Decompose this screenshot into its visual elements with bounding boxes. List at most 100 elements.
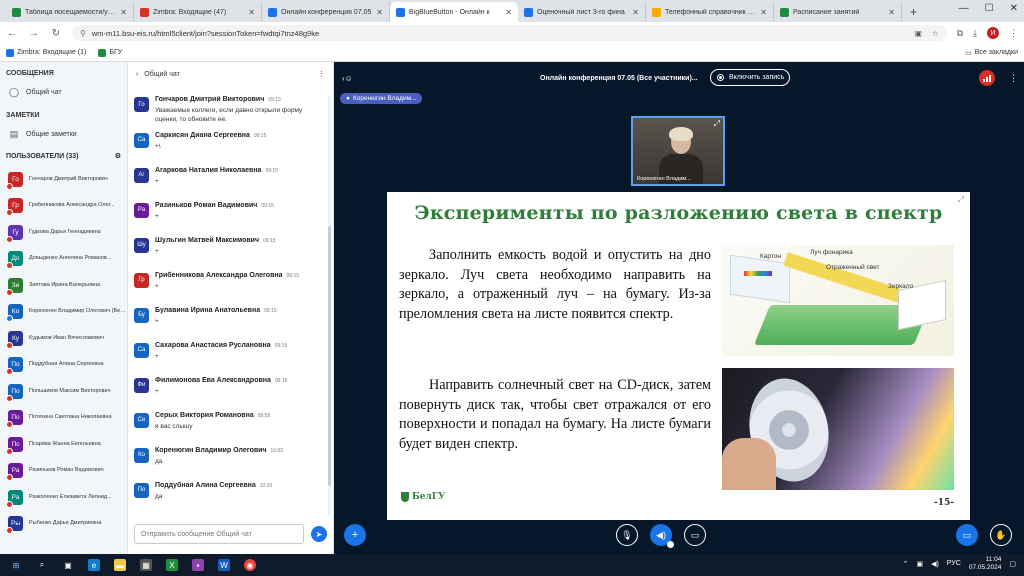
user-list-item[interactable]: Зи Зиятова Ирина Валерьевна (0, 272, 127, 299)
users-settings-icon[interactable]: ⚙ (115, 152, 121, 160)
clock[interactable]: 11:04 07.05.2024 (969, 556, 1002, 572)
url-field[interactable]: ⚲ wm-m11.bsu-eis.ru/html5client/join?ses… (72, 25, 947, 41)
all-bookmarks[interactable]: ▭ Все закладки (965, 49, 1018, 57)
site-info-icon[interactable]: ⚲ (80, 29, 86, 38)
logo-text: БелГУ (412, 492, 446, 502)
camera-button[interactable]: ▭ (684, 524, 706, 546)
record-button[interactable]: Включить запись (710, 69, 790, 86)
extensions-icon[interactable]: ⧉ (957, 28, 963, 39)
presenter-badge[interactable]: ● Коренюгин Владим... (340, 93, 423, 104)
browser-tab[interactable]: Оценочный лист 3-го фина ✕ (518, 2, 646, 22)
user-list-item[interactable]: Го Гончаров Дмитрий Викторович (0, 166, 127, 193)
tab-close-icon[interactable]: ✕ (632, 8, 639, 17)
shared-notes-item[interactable]: ▤ Общие заметки (0, 123, 127, 146)
back-icon[interactable]: ← (6, 28, 18, 39)
chat-scrollbar[interactable] (328, 96, 331, 516)
tab-close-icon[interactable]: ✕ (376, 8, 383, 17)
browser-tab[interactable]: BigBlueButton - Онлайн к ✕ (390, 2, 518, 22)
chat-options-icon[interactable]: ⋮ (318, 70, 325, 78)
browser-tab[interactable]: Онлайн конференция 07.05 ✕ (262, 2, 390, 22)
user-list-item[interactable]: Ры Рыбенко Дарья Дмитриевна (0, 511, 127, 538)
chat-message-input[interactable]: Отправить сообщение Общий чат (134, 524, 304, 544)
language-indicator[interactable]: РУС (947, 560, 961, 567)
profile-avatar[interactable]: И (987, 27, 999, 39)
user-list-item[interactable]: По Поддубная Алина Сергеевна (0, 352, 127, 379)
user-name: Довыденко Ангелина Романов... (29, 255, 112, 262)
forward-icon[interactable]: → (28, 28, 40, 39)
connection-status-icon[interactable] (979, 70, 995, 86)
user-list: Го Гончаров Дмитрий Викторович Гр Грибенник… (0, 166, 127, 537)
notifications-icon[interactable]: ▢ (1009, 560, 1016, 568)
bookmark-star-icon[interactable]: ☆ (932, 29, 939, 38)
webcam-video[interactable]: Коренюгин Владим... ⤢ (631, 116, 725, 186)
excel-icon[interactable]: X (166, 559, 178, 571)
user-list-item[interactable]: Гр Грибенникова Александра Олег... (0, 193, 127, 220)
user-list-item[interactable]: Ку Кудымов Иван Вячеславович (0, 325, 127, 352)
clock-date: 07.05.2024 (968, 563, 1002, 571)
audio-button[interactable]: ◀) (650, 524, 674, 548)
store-icon[interactable]: ▦ (140, 559, 152, 571)
scroll-thumb[interactable] (328, 226, 331, 486)
mute-mic-button[interactable]: 🎙 (616, 524, 638, 546)
maximize-icon[interactable]: ☐ (985, 3, 994, 14)
bookmark-zimbra[interactable]: Zimbra: Входящие (1) (6, 48, 86, 57)
user-list-item[interactable]: По Потехина Светлана Николаевна (0, 405, 127, 432)
word-icon[interactable]: W (218, 559, 230, 571)
chat-title-wrap[interactable]: ‹ Общий чат (136, 71, 180, 78)
user-list-item[interactable]: До Довыденко Ангелина Романов... (0, 246, 127, 273)
user-list-item[interactable]: По Польшиков Максим Викторович (0, 378, 127, 405)
minimize-icon[interactable]: — (959, 3, 969, 14)
user-avatar: Гу (6, 224, 23, 243)
options-menu-icon[interactable]: ⋮ (1009, 73, 1018, 84)
tab-close-icon[interactable]: ✕ (120, 8, 127, 17)
message-time: 09:15 (274, 342, 288, 349)
slide-fullscreen-icon[interactable]: ⤢ (958, 195, 964, 205)
search-icon[interactable]: ⌕ (36, 559, 48, 571)
reload-icon[interactable]: ↻ (50, 28, 62, 39)
user-name: Разиньков Роман Вадимович (29, 467, 104, 474)
user-list-item[interactable]: Ра Разиньков Роман Вадимович (0, 458, 127, 485)
bookmark-bsu[interactable]: БГУ (98, 48, 122, 57)
tray-arrow-icon[interactable]: ⌃ (903, 560, 909, 568)
user-avatar: По (6, 357, 23, 376)
cam-permission-icon[interactable]: ▣ (915, 29, 922, 38)
tab-close-icon[interactable]: ✕ (760, 8, 767, 17)
edge-icon[interactable]: e (88, 559, 100, 571)
actions-plus-button[interactable]: + (344, 524, 366, 546)
send-message-button[interactable]: ➤ (311, 526, 327, 542)
user-avatar: По (6, 410, 23, 429)
new-tab-icon[interactable]: + (902, 2, 925, 22)
screen-layout-button[interactable]: ▭ (956, 524, 978, 546)
message-sender: Коренюгин Владимир Олегович 10:02 (155, 447, 320, 454)
user-list-item[interactable]: Ко Коренюгин Владимир Олегович (Веб-камер… (0, 299, 127, 326)
browser-menu-icon[interactable]: ⋮ (1009, 28, 1018, 39)
browser-tab[interactable]: Телефонный справочник НИУ ✕ (646, 2, 774, 22)
browser-tab[interactable]: Таблица посещаемости/успе ✕ (6, 2, 134, 22)
browser-tab[interactable]: Zimbra: Входящие (47) ✕ (134, 2, 262, 22)
fullscreen-icon[interactable]: ⤢ (714, 119, 720, 129)
explorer-icon[interactable]: ▬ (114, 559, 126, 571)
network-icon[interactable]: ▣ (916, 560, 923, 568)
slide-paragraph-1: Заполнить емкость водой и опустить на дн… (399, 247, 711, 322)
chrome-icon[interactable]: ◉ (244, 559, 256, 571)
windows-start-icon[interactable]: ⊞ (10, 559, 22, 571)
volume-icon[interactable]: ◀) (931, 560, 939, 568)
speaker-icon: ◀) (656, 529, 666, 540)
close-window-icon[interactable]: ✕ (1010, 3, 1018, 14)
tab-close-icon[interactable]: ✕ (505, 8, 512, 17)
browser-tab[interactable]: Расписание занятий ✕ (774, 2, 902, 22)
toggle-user-list-icon[interactable]: ‹☺ (342, 74, 353, 83)
user-list-item[interactable]: Ра Разколенко Елизавета Леонид... (0, 484, 127, 511)
user-list-item[interactable]: Пс Псарёва Жанна Евгеньевна (0, 431, 127, 458)
tab-close-icon[interactable]: ✕ (888, 8, 895, 17)
task-view-icon[interactable]: ▣ (62, 559, 74, 571)
browser-tab-strip: Таблица посещаемости/успе ✕ Zimbra: Входящ… (0, 0, 1024, 22)
chevron-left-icon[interactable]: ‹ (136, 71, 138, 78)
public-chat-item[interactable]: ◯ Общий чат (0, 81, 127, 104)
app-icon[interactable]: ▪ (192, 559, 204, 571)
user-list-item[interactable]: Гу Гудкова Дарья Геннадиевна (0, 219, 127, 246)
tab-close-icon[interactable]: ✕ (248, 8, 255, 17)
download-icon[interactable]: ⤓ (973, 28, 977, 39)
user-name: Кудымов Иван Вячеславович (29, 334, 104, 341)
raise-hand-button[interactable]: ✋ (990, 524, 1012, 546)
